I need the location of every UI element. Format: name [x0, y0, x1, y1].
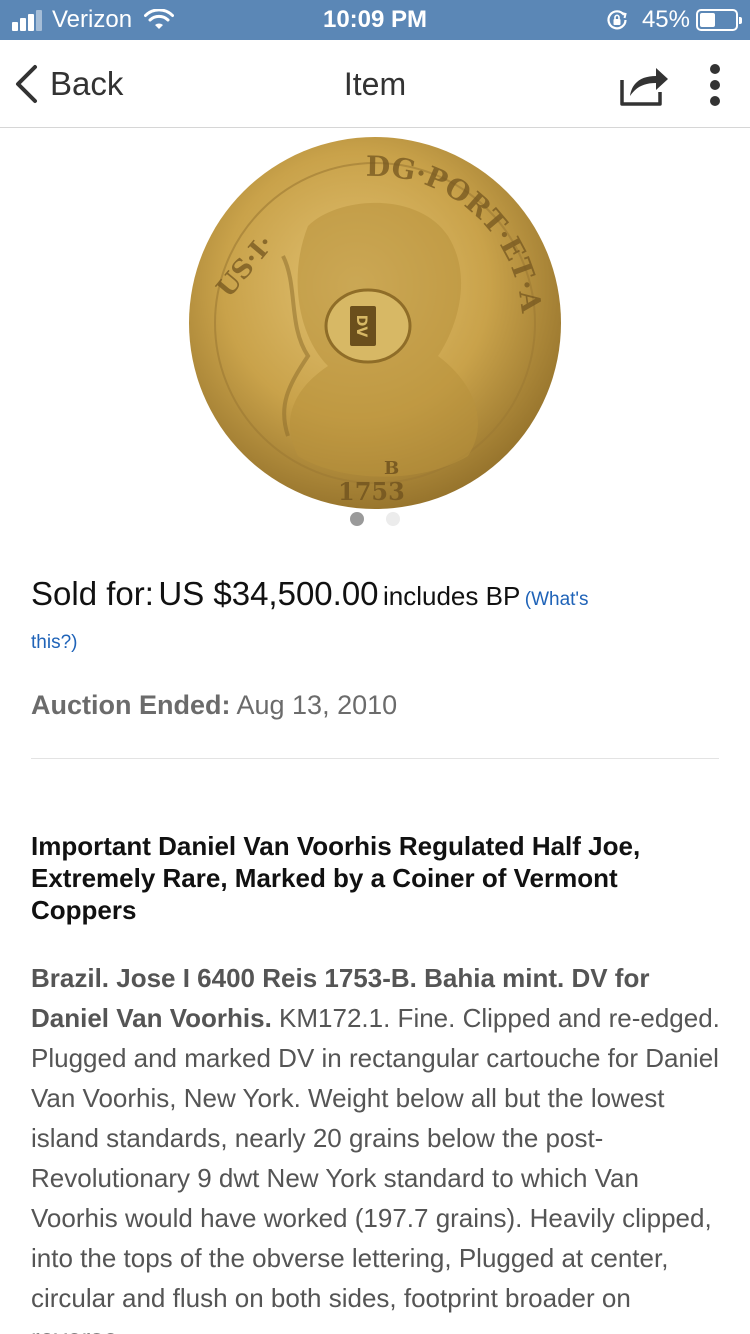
status-left: Verizon [12, 0, 175, 40]
back-label: Back [50, 65, 124, 102]
battery-icon [696, 9, 742, 31]
auction-ended: Auction Ended: Aug 13, 2010 [31, 690, 397, 721]
battery-percent: 45% [641, 6, 690, 33]
carousel-page-indicator [0, 512, 750, 526]
rotation-lock-icon [607, 10, 627, 30]
buyers-premium-note: includes BP [382, 581, 521, 611]
image-carousel[interactable]: DG·PORT·ET·ALG·REX US·I· DV B 1753 [0, 128, 750, 538]
coin-stamp: DV [353, 315, 369, 338]
coin-image[interactable]: DG·PORT·ET·ALG·REX US·I· DV B 1753 [188, 136, 562, 510]
auction-ended-date: Aug 13, 2010 [236, 690, 398, 720]
back-chevron-icon [16, 65, 37, 103]
coin-date: 1753 [338, 477, 405, 506]
whats-this-line: this?) [31, 625, 721, 662]
sold-price: US $34,500.00 [158, 575, 379, 612]
whats-this-link[interactable]: (What's [525, 589, 589, 610]
status-right: 45% [606, 0, 742, 40]
price-section: Sold for: US $34,500.00 includes BP (Wha… [31, 572, 721, 662]
signal-icon [12, 9, 44, 31]
coin-mint-mark: B [384, 458, 399, 479]
share-icon[interactable] [618, 62, 670, 108]
divider [31, 758, 719, 759]
status-bar: Verizon 10:09 PM 45% [0, 0, 750, 40]
sold-for-label: Sold for: [31, 575, 154, 612]
description-body: KM172.1. Fine. Clipped and re-edged. Plu… [31, 1003, 720, 1334]
navigation-bar: Back Item [0, 40, 750, 128]
back-button[interactable]: Back [12, 40, 123, 128]
item-description: Brazil. Jose I 6400 Reis 1753-B. Bahia m… [31, 958, 721, 1334]
carrier-name: Verizon [52, 6, 133, 33]
more-icon[interactable] [700, 60, 730, 110]
sold-price-line: Sold for: US $34,500.00 includes BP (Wha… [31, 572, 721, 623]
carousel-dot[interactable] [386, 512, 400, 526]
whats-this-link-continued[interactable]: this?) [31, 632, 77, 653]
wifi-icon [144, 9, 175, 29]
battery-fill [700, 13, 716, 27]
item-title: Important Daniel Van Voorhis Regulated H… [31, 831, 641, 925]
carousel-dot[interactable] [350, 512, 364, 526]
auction-ended-label: Auction Ended: [31, 690, 231, 720]
